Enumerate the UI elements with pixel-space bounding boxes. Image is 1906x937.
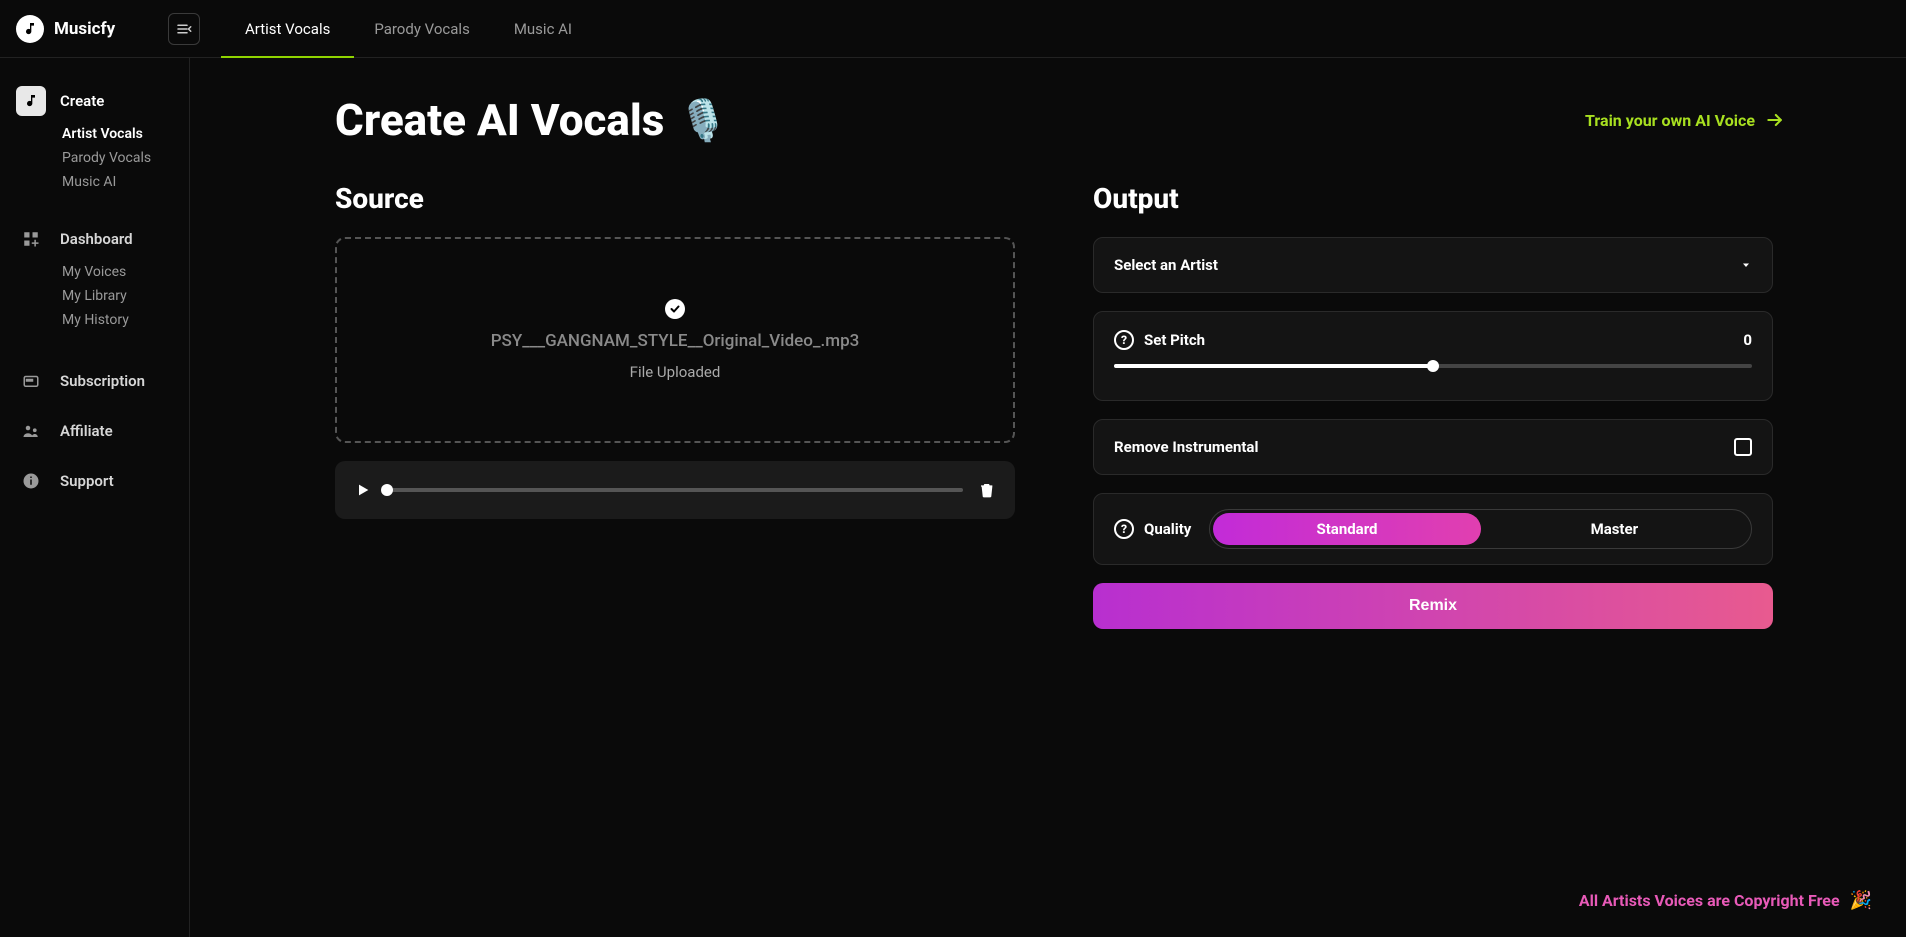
upload-dropzone[interactable]: PSY___GANGNAM_STYLE__Original_Video_.mp3… <box>335 237 1015 443</box>
source-column: Source PSY___GANGNAM_STYLE__Original_Vid… <box>335 182 1015 629</box>
train-voice-label: Train your own AI Voice <box>1585 111 1755 130</box>
pitch-help-icon[interactable]: ? <box>1114 330 1134 350</box>
slider-fill <box>1114 364 1433 368</box>
delete-audio-button[interactable] <box>979 481 995 499</box>
tab-label: Music AI <box>514 20 572 38</box>
caret-down-icon <box>1740 259 1752 271</box>
sidebar-head-label: Create <box>60 92 104 110</box>
remove-instrumental-checkbox[interactable] <box>1734 438 1752 456</box>
sidebar-item-label: Affiliate <box>60 422 113 440</box>
audio-progress-slider[interactable] <box>387 488 963 492</box>
output-column: Output Select an Artist ? Set Pitch 0 <box>1093 182 1773 629</box>
pitch-value: 0 <box>1743 331 1752 349</box>
artist-select-label: Select an Artist <box>1114 256 1218 274</box>
tab-music-ai[interactable]: Music AI <box>514 0 572 57</box>
sidebar-item-subscription[interactable]: Subscription <box>0 356 189 406</box>
sidebar-item-parody-vocals[interactable]: Parody Vocals <box>0 146 189 170</box>
pitch-label: Set Pitch <box>1144 331 1205 349</box>
info-icon <box>16 466 46 496</box>
sidebar-head-label: Dashboard <box>60 230 133 248</box>
quality-toggle: Standard Master <box>1209 509 1752 549</box>
uploaded-file-name: PSY___GANGNAM_STYLE__Original_Video_.mp3 <box>491 331 860 351</box>
train-voice-link[interactable]: Train your own AI Voice <box>1585 110 1785 130</box>
quality-option-master[interactable]: Master <box>1481 513 1748 545</box>
collapse-sidebar-button[interactable] <box>168 13 200 45</box>
brand: Musicfy <box>0 15 190 43</box>
sidebar-head-dashboard[interactable]: Dashboard <box>0 218 189 260</box>
microphone-icon: 🎙️ <box>678 97 728 144</box>
affiliate-icon <box>16 416 46 446</box>
subscription-icon <box>16 366 46 396</box>
quality-panel: ? Quality Standard Master <box>1093 493 1773 565</box>
sidebar-item-my-voices[interactable]: My Voices <box>0 260 189 284</box>
remix-button[interactable]: Remix <box>1093 583 1773 629</box>
sidebar-section-dashboard: Dashboard My Voices My Library My Histor… <box>0 218 189 332</box>
upload-status: File Uploaded <box>630 363 721 381</box>
trash-icon <box>979 481 995 499</box>
progress-thumb <box>381 484 393 496</box>
sidebar-item-artist-vocals[interactable]: Artist Vocals <box>0 122 189 146</box>
sidebar-item-my-library[interactable]: My Library <box>0 284 189 308</box>
artist-select[interactable]: Select an Artist <box>1093 237 1773 293</box>
output-heading: Output <box>1093 182 1773 215</box>
quality-option-standard[interactable]: Standard <box>1213 513 1480 545</box>
page-title: Create AI Vocals 🎙️ <box>335 94 728 146</box>
sidebar-item-support[interactable]: Support <box>0 456 189 506</box>
sidebar: Create Artist Vocals Parody Vocals Music… <box>0 58 190 937</box>
topnav: Artist Vocals Parody Vocals Music AI <box>200 0 572 57</box>
dashboard-icon <box>16 224 46 254</box>
title-row: Create AI Vocals 🎙️ Train your own AI Vo… <box>335 94 1785 146</box>
topbar: Musicfy Artist Vocals Parody Vocals Musi… <box>0 0 1906 58</box>
arrow-right-icon <box>1765 110 1785 130</box>
main: Create AI Vocals 🎙️ Train your own AI Vo… <box>190 58 1906 937</box>
brand-logo-icon <box>16 15 44 43</box>
source-heading: Source <box>335 182 1015 215</box>
play-icon <box>355 482 371 498</box>
audio-player <box>335 461 1015 519</box>
tab-artist-vocals[interactable]: Artist Vocals <box>245 0 330 57</box>
pitch-slider[interactable] <box>1114 364 1752 368</box>
sidebar-item-my-history[interactable]: My History <box>0 308 189 332</box>
tab-label: Parody Vocals <box>374 20 469 38</box>
check-circle-icon <box>665 299 685 319</box>
slider-thumb <box>1427 360 1439 372</box>
remove-instrumental-label: Remove Instrumental <box>1114 438 1258 456</box>
sidebar-head-create[interactable]: Create <box>0 80 189 122</box>
sidebar-section-create: Create Artist Vocals Parody Vocals Music… <box>0 80 189 194</box>
play-button[interactable] <box>355 482 371 498</box>
tab-parody-vocals[interactable]: Parody Vocals <box>374 0 469 57</box>
party-popper-icon: 🎉 <box>1850 890 1872 911</box>
brand-name: Musicfy <box>54 19 115 39</box>
tab-label: Artist Vocals <box>245 20 330 38</box>
copyright-note: All Artists Voices are Copyright Free 🎉 <box>1579 890 1872 911</box>
pitch-panel: ? Set Pitch 0 <box>1093 311 1773 401</box>
sidebar-item-label: Subscription <box>60 372 145 390</box>
menu-collapse-icon <box>175 20 193 38</box>
music-note-icon <box>16 86 46 116</box>
quality-help-icon[interactable]: ? <box>1114 519 1134 539</box>
quality-label: Quality <box>1144 520 1191 538</box>
sidebar-item-music-ai[interactable]: Music AI <box>0 170 189 194</box>
sidebar-item-label: Support <box>60 472 114 490</box>
remove-instrumental-panel: Remove Instrumental <box>1093 419 1773 475</box>
sidebar-item-affiliate[interactable]: Affiliate <box>0 406 189 456</box>
